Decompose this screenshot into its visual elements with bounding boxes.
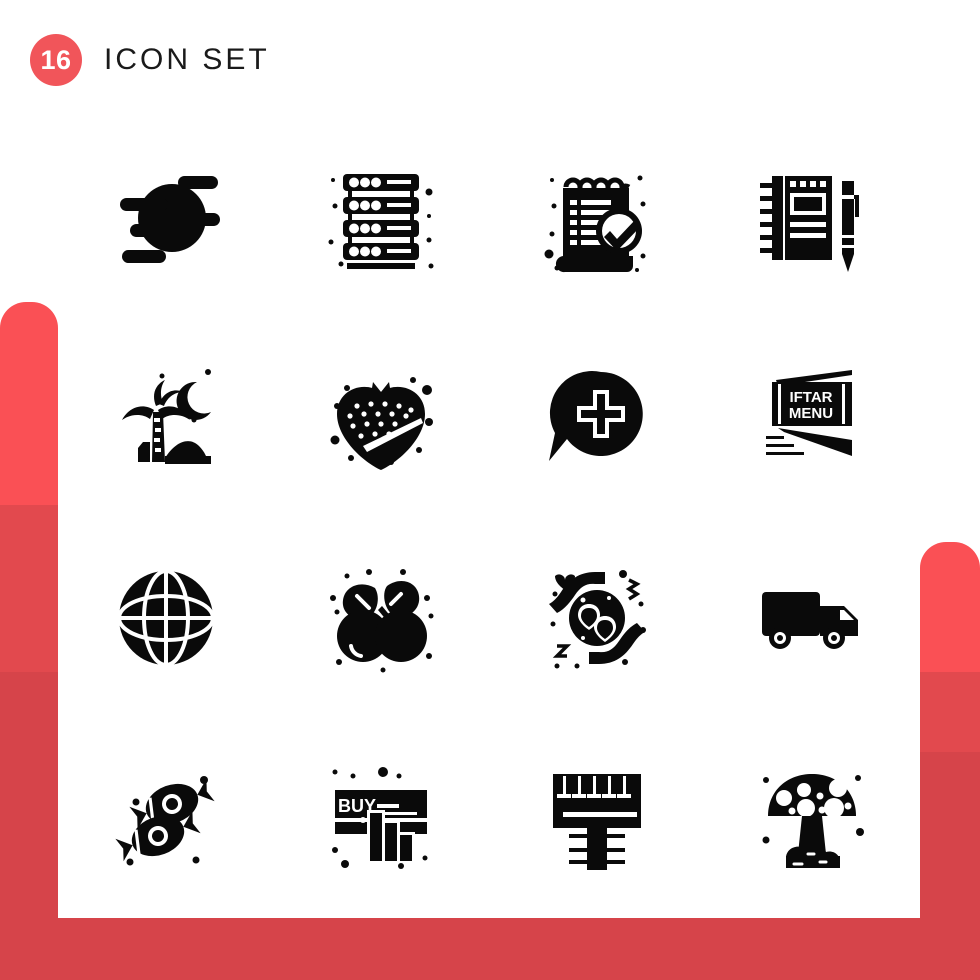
hands-hearts-care-icon [548, 570, 646, 669]
icon-cell-iftar-menu[interactable]: IFTAR MENU [705, 318, 921, 518]
icon-set-poster: 16 Icon Set [0, 0, 980, 980]
icon-cell-berries[interactable] [274, 518, 490, 718]
icon-cell-mushroom[interactable] [705, 718, 921, 918]
delivery-truck-icon [762, 592, 859, 649]
band-bottom [0, 910, 980, 980]
band-left-dark [0, 672, 58, 980]
globe-grid-icon [116, 569, 215, 667]
icon-grid: IFTAR MENU BUY [58, 118, 920, 918]
chat-add-icon [548, 371, 643, 461]
paint-brush-icon [552, 774, 641, 870]
poster-header: 16 Icon Set [0, 0, 980, 120]
icon-cell-globe[interactable] [58, 518, 274, 718]
icon-cell-server-rack[interactable] [274, 118, 490, 318]
berries-icon [330, 569, 434, 673]
icon-cell-strawberry[interactable] [274, 318, 490, 518]
mushroom-icon [762, 774, 865, 868]
oasis-night-icon [121, 369, 211, 464]
checklist-notepad-icon [544, 175, 646, 273]
speed-motion-icon [119, 176, 220, 263]
notebook-pen-icon [760, 176, 860, 272]
iftar-menu-line-2: MENU [789, 405, 833, 422]
icon-cell-hands-hearts-care[interactable] [489, 518, 705, 718]
icon-cell-oasis-night[interactable] [58, 318, 274, 518]
page-title: Icon Set [104, 43, 270, 76]
iftar-menu-icon: IFTAR MENU [766, 370, 853, 456]
icon-cell-buy-banner[interactable]: BUY [274, 718, 490, 918]
icon-count-badge: 16 [30, 34, 82, 86]
icon-cell-candy[interactable] [58, 718, 274, 918]
iftar-menu-line-1: IFTAR [790, 389, 833, 406]
buy-banner-icon: BUY [332, 767, 428, 869]
strawberry-icon [330, 377, 434, 470]
icon-cell-paint-brush[interactable] [489, 718, 705, 918]
server-rack-icon [328, 174, 434, 269]
icon-cell-delivery-truck[interactable] [705, 518, 921, 718]
icon-cell-speed-motion[interactable] [58, 118, 274, 318]
icon-cell-chat-add[interactable] [489, 318, 705, 518]
icon-cell-checklist-notepad[interactable] [489, 118, 705, 318]
candy-icon [115, 776, 215, 866]
icon-cell-notebook-pen[interactable] [705, 118, 921, 318]
band-right-dark [920, 752, 980, 980]
